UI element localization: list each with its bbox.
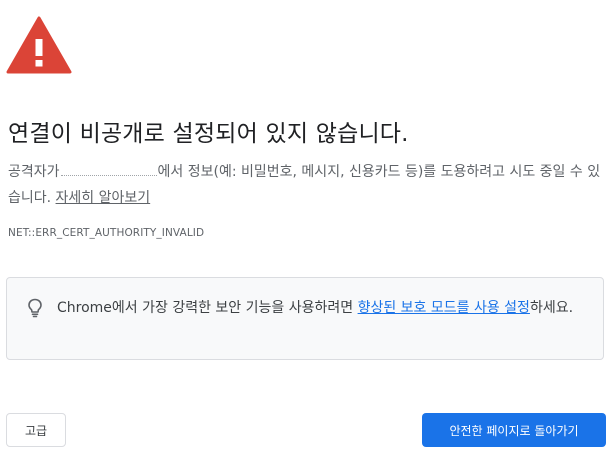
enhanced-protection-panel: Chrome에서 가장 강력한 보안 기능을 사용하려면 향상된 보호 모드를 …	[6, 277, 604, 360]
learn-more-link[interactable]: 자세히 알아보기	[56, 190, 151, 206]
explanation-prefix: 공격자가	[8, 164, 60, 180]
warning-triangle-icon	[6, 16, 72, 74]
redacted-hostname	[60, 166, 157, 176]
enhanced-protection-text: Chrome에서 가장 강력한 보안 기능을 사용하려면 향상된 보호 모드를 …	[57, 296, 597, 321]
protection-text-after: 하세요.	[529, 300, 574, 316]
interstitial-page: 연결이 비공개로 설정되어 있지 않습니다. 공격자가 에서 정보(예: 비밀번호…	[0, 0, 611, 455]
lightbulb-icon	[28, 298, 42, 318]
page-title: 연결이 비공개로 설정되어 있지 않습니다.	[8, 121, 409, 147]
explanation-text: 공격자가 에서 정보(예: 비밀번호, 메시지, 신용카드 등)를 도용하려고 시…	[8, 159, 606, 211]
enhanced-protection-link[interactable]: 향상된 보호 모드를 사용 설정	[358, 300, 530, 316]
advanced-button[interactable]: 고급	[6, 413, 66, 447]
error-code: NET::ERR_CERT_AUTHORITY_INVALID	[8, 227, 205, 239]
protection-text-before: Chrome에서 가장 강력한 보안 기능을 사용하려면	[57, 300, 358, 316]
back-to-safety-button[interactable]: 안전한 페이지로 돌아가기	[422, 413, 606, 447]
